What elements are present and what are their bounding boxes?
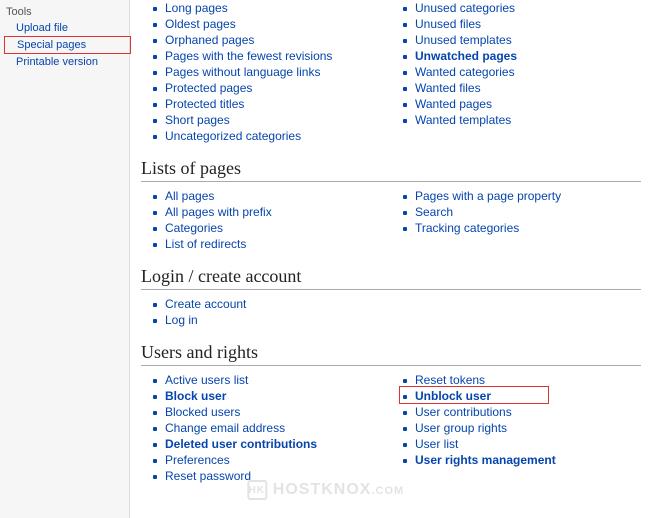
lists-list-right: Pages with a page property Search Tracking… [391, 188, 641, 236]
users-list-left: Active users list Block user Blocked users… [141, 372, 391, 484]
users-item: User rights management [415, 452, 641, 468]
maintenance-item: Pages without language links [165, 64, 391, 80]
users-link[interactable]: Active users list [165, 373, 248, 387]
maintenance-link[interactable]: Long pages [165, 1, 228, 15]
maintenance-item: Oldest pages [165, 16, 391, 32]
lists-item: All pages [165, 188, 391, 204]
users-link[interactable]: User list [415, 437, 458, 451]
maintenance-link[interactable]: Wanted files [415, 81, 481, 95]
maintenance-item: Unused templates [415, 32, 641, 48]
link-upload-file[interactable]: Upload file [16, 22, 68, 34]
lists-link[interactable]: Search [415, 205, 453, 219]
sidebar-item-upload-file[interactable]: Upload file [4, 20, 129, 36]
maintenance-item: Unused categories [415, 0, 641, 16]
users-item: Change email address [165, 420, 391, 436]
maintenance-link[interactable]: Orphaned pages [165, 33, 254, 47]
maintenance-link[interactable]: Unused templates [415, 33, 512, 47]
login-section: Create account Log in [141, 296, 641, 328]
maintenance-item: Wanted files [415, 80, 641, 96]
users-link[interactable]: Deleted user contributions [165, 437, 317, 451]
login-item: Log in [165, 312, 391, 328]
login-item: Create account [165, 296, 391, 312]
lists-item: List of redirects [165, 236, 391, 252]
maintenance-item: Wanted pages [415, 96, 641, 112]
maintenance-item: Long pages [165, 0, 391, 16]
login-list: Create account Log in [141, 296, 391, 328]
users-item: Reset password [165, 468, 391, 484]
users-item: Blocked users [165, 404, 391, 420]
maintenance-link[interactable]: Wanted pages [415, 97, 492, 111]
maintenance-link[interactable]: Protected pages [165, 81, 252, 95]
maintenance-link[interactable]: Pages with the fewest revisions [165, 49, 332, 63]
maintenance-item: Unused files [415, 16, 641, 32]
users-link[interactable]: Reset password [165, 469, 251, 483]
users-item: User group rights [415, 420, 641, 436]
lists-link[interactable]: Pages with a page property [415, 189, 561, 203]
maintenance-link[interactable]: Protected titles [165, 97, 244, 111]
users-link[interactable]: Blocked users [165, 405, 240, 419]
highlight-unblock-user [399, 386, 549, 404]
heading-users-and-rights: Users and rights [141, 342, 641, 366]
maintenance-link[interactable]: Unwatched pages [415, 49, 517, 63]
login-link[interactable]: Log in [165, 313, 198, 327]
users-link[interactable]: Block user [165, 389, 226, 403]
login-link[interactable]: Create account [165, 297, 246, 311]
maintenance-list-right: Unused categories Unused files Unused temp… [391, 0, 641, 128]
content: Long pages Oldest pages Orphaned pages Page… [131, 0, 651, 494]
lists-link[interactable]: Tracking categories [415, 221, 519, 235]
users-item: Block user [165, 388, 391, 404]
lists-item: Tracking categories [415, 220, 641, 236]
maintenance-item: Protected pages [165, 80, 391, 96]
maintenance-link[interactable]: Unused categories [415, 1, 515, 15]
lists-item: Categories [165, 220, 391, 236]
maintenance-link[interactable]: Wanted categories [415, 65, 515, 79]
users-section: Active users list Block user Blocked users… [141, 372, 641, 484]
maintenance-item: Wanted templates [415, 112, 641, 128]
maintenance-section: Long pages Oldest pages Orphaned pages Page… [141, 0, 641, 144]
maintenance-link[interactable]: Wanted templates [415, 113, 511, 127]
maintenance-link[interactable]: Unused files [415, 17, 481, 31]
heading-login: Login / create account [141, 266, 641, 290]
sidebar-heading-tools: Tools [4, 4, 129, 20]
heading-lists-of-pages: Lists of pages [141, 158, 641, 182]
lists-link[interactable]: All pages [165, 189, 214, 203]
users-link[interactable]: User rights management [415, 453, 556, 467]
maintenance-item: Uncategorized categories [165, 128, 391, 144]
lists-item: Pages with a page property [415, 188, 641, 204]
users-item: Preferences [165, 452, 391, 468]
users-item: User contributions [415, 404, 641, 420]
link-printable-version[interactable]: Printable version [16, 56, 98, 68]
maintenance-item: Pages with the fewest revisions [165, 48, 391, 64]
lists-item: All pages with prefix [165, 204, 391, 220]
lists-link[interactable]: List of redirects [165, 237, 246, 251]
maintenance-link[interactable]: Oldest pages [165, 17, 236, 31]
maintenance-link[interactable]: Pages without language links [165, 65, 320, 79]
maintenance-item: Protected titles [165, 96, 391, 112]
users-item: Deleted user contributions [165, 436, 391, 452]
maintenance-link[interactable]: Uncategorized categories [165, 129, 301, 143]
users-link[interactable]: Reset tokens [415, 373, 485, 387]
maintenance-link[interactable]: Short pages [165, 113, 230, 127]
maintenance-item: Orphaned pages [165, 32, 391, 48]
sidebar-item-printable-version[interactable]: Printable version [4, 54, 129, 70]
lists-link[interactable]: All pages with prefix [165, 205, 272, 219]
users-link[interactable]: User contributions [415, 405, 512, 419]
sidebar-item-special-pages[interactable]: Special pages [4, 36, 131, 54]
users-link[interactable]: Change email address [165, 421, 285, 435]
maintenance-item: Short pages [165, 112, 391, 128]
users-item: Active users list [165, 372, 391, 388]
lists-section: All pages All pages with prefix Categories… [141, 188, 641, 252]
lists-link[interactable]: Categories [165, 221, 223, 235]
maintenance-list-left: Long pages Oldest pages Orphaned pages Page… [141, 0, 391, 144]
link-special-pages[interactable]: Special pages [17, 39, 86, 51]
users-link[interactable]: User group rights [415, 421, 507, 435]
lists-item: Search [415, 204, 641, 220]
users-item: User list [415, 436, 641, 452]
maintenance-item: Unwatched pages [415, 48, 641, 64]
maintenance-item: Wanted categories [415, 64, 641, 80]
users-link[interactable]: Preferences [165, 453, 230, 467]
sidebar: Tools Upload file Special pages Printabl… [0, 0, 130, 518]
lists-list-left: All pages All pages with prefix Categories… [141, 188, 391, 252]
